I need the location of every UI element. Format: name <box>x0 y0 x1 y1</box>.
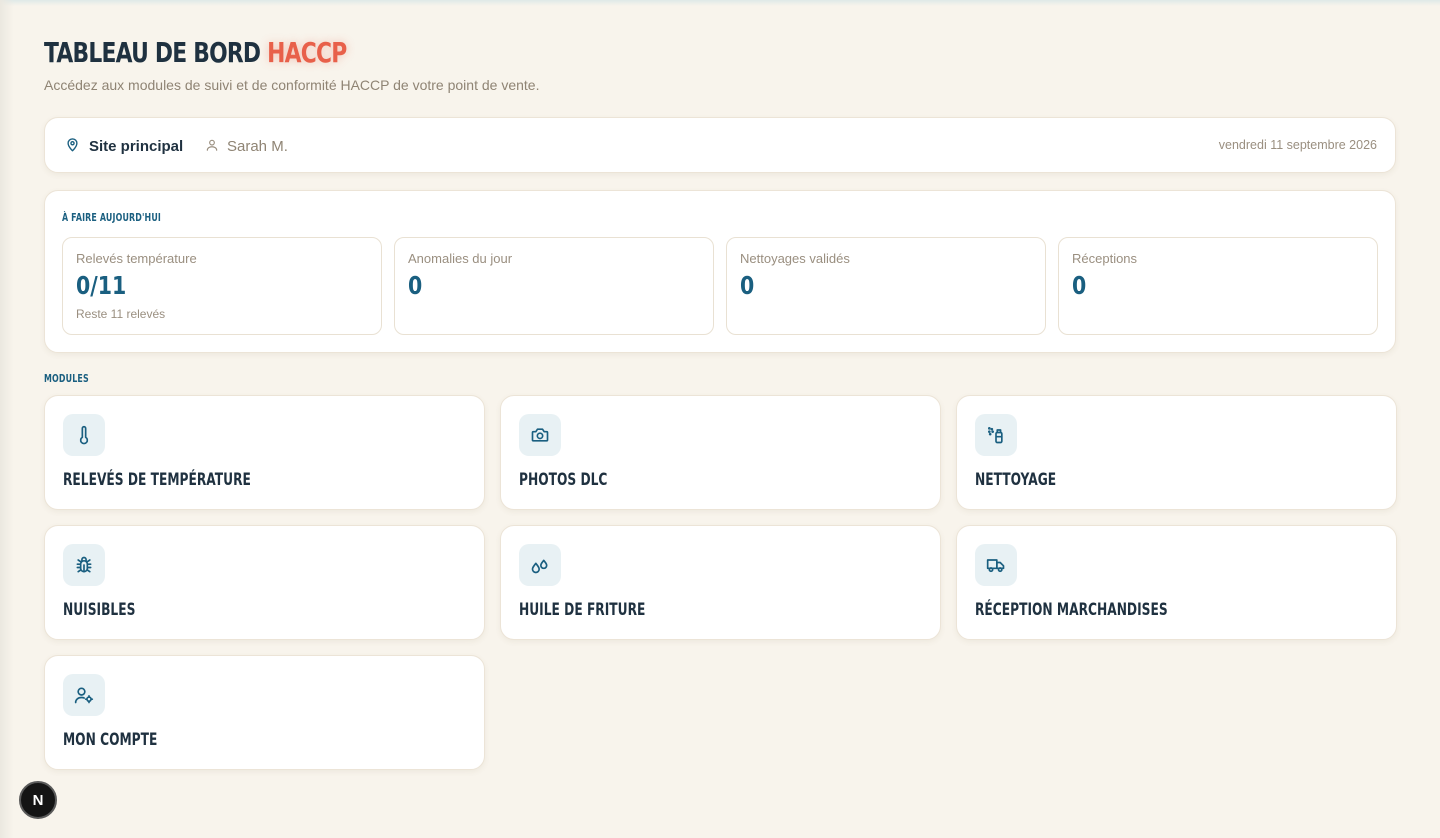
module-my-account[interactable]: MON COMPTE <box>44 655 485 770</box>
module-title: RÉCEPTION MARCHANDISES <box>975 600 1168 620</box>
stat-label: Nettoyages validés <box>740 251 850 266</box>
site-selector[interactable]: Site principal <box>65 137 183 156</box>
stat-hint: Reste 11 relevés <box>76 307 166 321</box>
page-title-accent: HACCP <box>267 36 347 69</box>
stat-value: 0 <box>740 271 755 300</box>
dev-badge-letter: N <box>32 791 44 809</box>
stat-card-temperature: Relevés température 0/11 Reste 11 relevé… <box>62 237 382 335</box>
module-title: RELEVÉS DE TEMPÉRATURE <box>63 470 251 490</box>
stat-card-receptions: Réceptions 0 <box>1058 237 1378 335</box>
page-title: TABLEAU DE BORD HACCP <box>44 36 347 69</box>
stat-card-anomalies: Anomalies du jour 0 <box>394 237 714 335</box>
module-cleaning[interactable]: NETTOYAGE <box>956 395 1397 510</box>
page-title-main: TABLEAU DE BORD <box>44 36 261 69</box>
truck-icon <box>975 544 1017 586</box>
module-title: HUILE DE FRITURE <box>519 600 646 620</box>
current-user: Sarah M. <box>205 137 288 156</box>
user-icon <box>205 137 219 156</box>
site-name: Site principal <box>89 138 184 155</box>
map-pin-icon <box>65 137 80 156</box>
thermometer-icon <box>63 414 105 456</box>
module-title: MON COMPTE <box>63 730 158 750</box>
module-title: NETTOYAGE <box>975 470 1057 490</box>
module-frying-oil[interactable]: HUILE DE FRITURE <box>500 525 941 640</box>
today-section-label: À FAIRE AUJOURD'HUI <box>62 211 161 224</box>
left-fade <box>0 0 14 838</box>
today-panel: À FAIRE AUJOURD'HUI Relevés température … <box>44 190 1396 353</box>
stat-label: Réceptions <box>1072 251 1138 266</box>
page-subtitle: Accédez aux modules de suivi et de confo… <box>44 77 540 93</box>
stat-label: Anomalies du jour <box>408 251 513 266</box>
module-title: PHOTOS DLC <box>519 470 608 490</box>
module-title: NUISIBLES <box>63 600 136 620</box>
module-pests[interactable]: NUISIBLES <box>44 525 485 640</box>
dev-tools-badge[interactable]: N <box>19 781 57 819</box>
oil-drops-icon <box>519 544 561 586</box>
module-goods-reception[interactable]: RÉCEPTION MARCHANDISES <box>956 525 1397 640</box>
stat-card-cleanings: Nettoyages validés 0 <box>726 237 1046 335</box>
user-settings-icon <box>63 674 105 716</box>
module-temperature[interactable]: RELEVÉS DE TEMPÉRATURE <box>44 395 485 510</box>
user-name: Sarah M. <box>227 138 288 155</box>
stat-value: 0 <box>408 271 423 300</box>
context-bar: Site principal Sarah M. vendredi 11 sept… <box>44 117 1396 173</box>
modules-section-label: MODULES <box>44 372 89 385</box>
spray-bottle-icon <box>975 414 1017 456</box>
current-date: vendredi 11 septembre 2026 <box>1218 138 1377 152</box>
bug-icon <box>63 544 105 586</box>
stat-value: 0 <box>1072 271 1087 300</box>
stat-label: Relevés température <box>76 251 197 266</box>
stat-value: 0/11 <box>76 271 127 300</box>
module-photos-dlc[interactable]: PHOTOS DLC <box>500 395 941 510</box>
top-fade <box>0 0 1440 6</box>
camera-icon <box>519 414 561 456</box>
